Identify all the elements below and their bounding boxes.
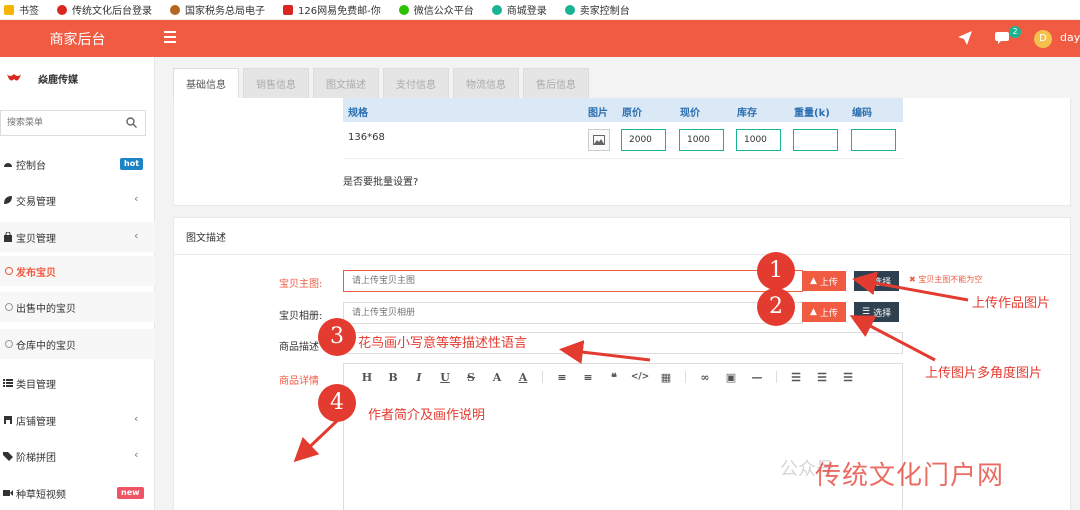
annotation-marker-2: 2: [757, 288, 795, 326]
annotation-marker-4: 4: [318, 384, 356, 422]
annotation-arrows: [293, 271, 969, 463]
annotation-marker-1: 1: [757, 252, 795, 290]
annotation-marker-3: 3: [318, 318, 356, 356]
annotation-text-2: 上传图片多角度图片: [925, 366, 1043, 381]
annotation-text-1: 上传作品图片: [972, 296, 1051, 311]
app-window: 书签 传统文化后台登录 国家税务总局电子 126网易免费邮-你 微信公众平台 商…: [0, 0, 1080, 510]
watermark-text: 传统文化门户网: [815, 461, 1005, 491]
annotation-text-4: 作者简介及画作说明: [368, 408, 486, 423]
